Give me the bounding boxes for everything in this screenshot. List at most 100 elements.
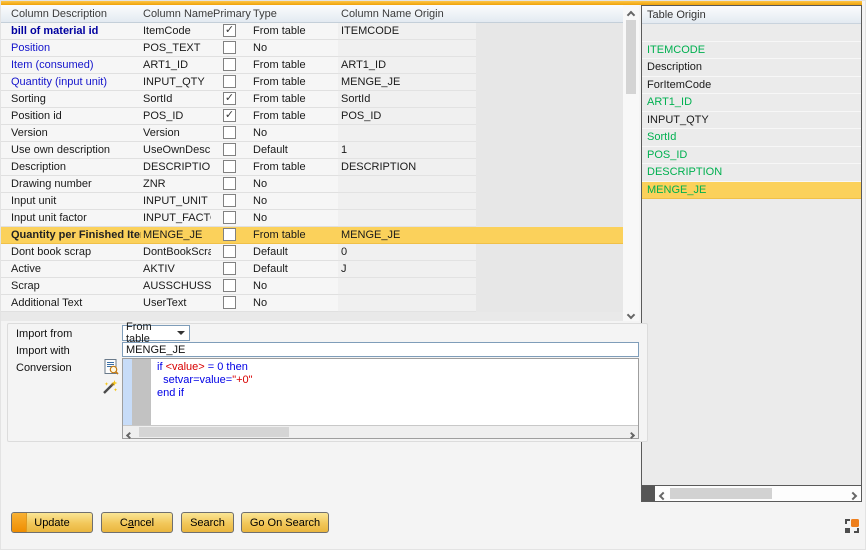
cell-column-name: INPUT_UNIT: [141, 193, 211, 210]
scroll-up-button[interactable]: [623, 5, 639, 19]
grid-vertical-scrollbar[interactable]: [623, 5, 639, 321]
editor-gutter: [132, 359, 151, 425]
primary-checkbox[interactable]: [223, 75, 236, 88]
table-row[interactable]: Item (consumed)ART1_IDFrom tableART1_ID: [1, 57, 623, 74]
scrollbar-thumb[interactable]: [670, 488, 772, 499]
primary-checkbox[interactable]: ✓: [223, 109, 236, 122]
scroll-left-button[interactable]: [123, 426, 136, 438]
table-row[interactable]: ActiveAKTIVDefaultJ: [1, 261, 623, 278]
primary-checkbox[interactable]: [223, 245, 236, 258]
table-row[interactable]: bill of material idItemCode✓From tableIT…: [1, 23, 623, 40]
table-row[interactable]: Input unitINPUT_UNITNo: [1, 193, 623, 210]
resize-restore-icon[interactable]: [844, 518, 860, 534]
table-row[interactable]: Input unit factorINPUT_FACTONo: [1, 210, 623, 227]
editor-horizontal-scrollbar[interactable]: [123, 425, 638, 438]
list-item[interactable]: POS_ID: [642, 147, 861, 165]
table-origin-list: ITEMCODEDescriptionForItemCodeART1_IDINP…: [642, 24, 861, 199]
list-item[interactable]: ART1_ID: [642, 94, 861, 112]
scroll-right-button[interactable]: [625, 426, 638, 438]
table-row[interactable]: Use own descriptionUseOwnDescriDefault1: [1, 142, 623, 159]
table-row[interactable]: Position idPOS_ID✓From tablePOS_ID: [1, 108, 623, 125]
cell-filler: [476, 74, 623, 91]
list-item[interactable]: ForItemCode: [642, 77, 861, 95]
cell-type: From table: [249, 57, 338, 74]
header-filler: [476, 5, 623, 22]
scrollbar-thumb[interactable]: [139, 427, 289, 437]
primary-checkbox[interactable]: ✓: [223, 92, 236, 105]
import-with-input[interactable]: [122, 342, 639, 357]
cell-column-name: Version: [141, 125, 211, 142]
primary-checkbox[interactable]: [223, 58, 236, 71]
cell-type: No: [249, 210, 338, 227]
primary-checkbox[interactable]: [223, 126, 236, 139]
import-from-select[interactable]: From table: [122, 325, 190, 341]
table-row[interactable]: Drawing numberZNRNo: [1, 176, 623, 193]
table-row[interactable]: VersionVersionNo: [1, 125, 623, 142]
editor-gutter-selection: [123, 359, 132, 425]
table-row[interactable]: Quantity per Finished ItemMENGE_JEFrom t…: [1, 227, 623, 244]
cell-column-description: Additional Text: [1, 295, 141, 312]
table-row[interactable]: SortingSortId✓From tableSortId: [1, 91, 623, 108]
preview-icon[interactable]: [104, 359, 119, 378]
cell-column-name-origin: ART1_ID: [338, 57, 476, 74]
cell-filler: [476, 193, 623, 210]
chevron-down-icon: [627, 311, 635, 319]
list-item[interactable]: ITEMCODE: [642, 42, 861, 60]
primary-checkbox[interactable]: [223, 160, 236, 173]
cell-type: Default: [249, 261, 338, 278]
primary-checkbox[interactable]: [223, 296, 236, 309]
cell-type: No: [249, 40, 338, 57]
primary-checkbox[interactable]: [223, 228, 236, 241]
primary-checkbox[interactable]: [223, 41, 236, 54]
cell-type: From table: [249, 91, 338, 108]
list-item[interactable]: DESCRIPTION: [642, 164, 861, 182]
scrollbar-corner: [642, 486, 655, 501]
list-item[interactable]: [642, 24, 861, 42]
import-with-label: Import with: [16, 345, 70, 357]
table-row[interactable]: ScrapAUSSCHUSSNo: [1, 278, 623, 295]
chevron-up-icon: [627, 11, 635, 19]
scroll-down-button[interactable]: [623, 307, 639, 321]
search-button[interactable]: Search: [181, 512, 234, 533]
dropdown-arrow-icon: [177, 331, 185, 335]
cell-column-description: Position id: [1, 108, 141, 125]
cell-primary: [211, 142, 249, 159]
scrollbar-thumb[interactable]: [626, 20, 636, 94]
code-line: end if: [157, 387, 253, 400]
conversion-label: Conversion: [16, 362, 72, 374]
table-row[interactable]: Quantity (input unit)INPUT_QTYFrom table…: [1, 74, 623, 91]
go-on-search-button[interactable]: Go On Search: [241, 512, 329, 533]
cell-column-description: Description: [1, 159, 141, 176]
list-item[interactable]: Description: [642, 59, 861, 77]
primary-checkbox[interactable]: [223, 262, 236, 275]
primary-checkbox[interactable]: ✓: [223, 24, 236, 37]
origin-horizontal-scrollbar[interactable]: [642, 485, 861, 501]
primary-checkbox[interactable]: [223, 211, 236, 224]
cell-filler: [476, 40, 623, 57]
table-row[interactable]: Dont book scrapDontBookScraDefault0: [1, 244, 623, 261]
table-row[interactable]: Additional TextUserTextNo: [1, 295, 623, 312]
cell-column-name: MENGE_JE: [141, 227, 211, 244]
cell-type: From table: [249, 227, 338, 244]
primary-checkbox[interactable]: [223, 279, 236, 292]
wizard-wand-icon[interactable]: [101, 379, 118, 399]
cell-column-name-origin: [338, 210, 476, 227]
header-column-name: Column Name: [141, 5, 211, 22]
update-button[interactable]: Update: [11, 512, 93, 533]
table-row[interactable]: DescriptionDESCRIPTIONFrom tableDESCRIPT…: [1, 159, 623, 176]
primary-checkbox[interactable]: [223, 194, 236, 207]
table-row[interactable]: PositionPOS_TEXTNo: [1, 40, 623, 57]
grid-header-row: Column Description Column Name Primary T…: [1, 5, 623, 23]
scroll-right-button[interactable]: [846, 486, 860, 501]
cell-primary: [211, 210, 249, 227]
primary-checkbox[interactable]: [223, 143, 236, 156]
list-item[interactable]: INPUT_QTY: [642, 112, 861, 130]
primary-checkbox[interactable]: [223, 177, 236, 190]
cancel-button[interactable]: Cancel: [101, 512, 173, 533]
scroll-left-button[interactable]: [656, 486, 670, 501]
list-item[interactable]: SortId: [642, 129, 861, 147]
list-item[interactable]: MENGE_JE: [642, 182, 861, 200]
conversion-code-editor[interactable]: if <value> = 0 then setvar=value="+0"end…: [122, 358, 639, 439]
cell-column-name-origin: [338, 125, 476, 142]
table-origin-title: Table Origin: [642, 6, 861, 24]
